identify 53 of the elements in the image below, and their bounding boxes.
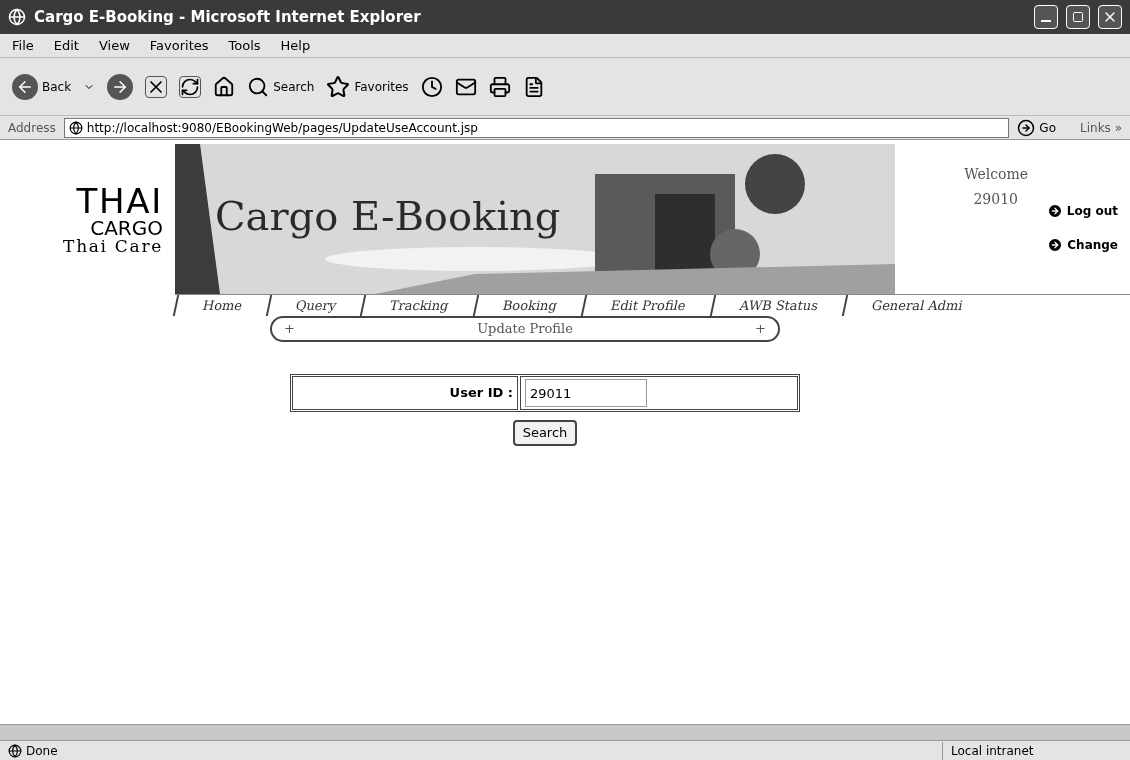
nav-tab[interactable]: AWB Status bbox=[709, 295, 846, 316]
search-button[interactable]: Search bbox=[247, 75, 315, 98]
print-icon[interactable] bbox=[488, 75, 511, 98]
nav-tab[interactable]: Tracking bbox=[360, 295, 478, 316]
user-id-field[interactable]: 29011 bbox=[525, 379, 647, 407]
status-text: Done bbox=[26, 742, 59, 760]
home-icon[interactable] bbox=[213, 75, 236, 98]
user-id-label: User ID : bbox=[449, 384, 513, 403]
nav-tab[interactable]: Home bbox=[172, 295, 271, 316]
header-link[interactable]: Log out bbox=[1046, 202, 1118, 220]
address-label: Address bbox=[8, 119, 56, 137]
plus-mark: + bbox=[284, 320, 295, 339]
minimize-icon bbox=[1041, 20, 1051, 22]
window-title: Cargo E-Booking - Microsoft Internet Explorer bbox=[34, 6, 422, 28]
section-title: Update Profile bbox=[477, 320, 573, 339]
header-link[interactable]: Change bbox=[1047, 236, 1118, 254]
links-button[interactable]: Links » bbox=[1080, 118, 1122, 137]
menu-item[interactable]: File bbox=[12, 35, 34, 56]
nav-tab[interactable]: Edit Profile bbox=[580, 295, 714, 316]
globe-icon bbox=[68, 120, 83, 135]
plus-mark: + bbox=[755, 320, 766, 339]
user-id-text: 29010 bbox=[973, 190, 1018, 209]
menu-item[interactable]: View bbox=[98, 35, 130, 56]
nav-tab[interactable]: Booking bbox=[472, 295, 586, 316]
maximize-button[interactable] bbox=[1066, 5, 1090, 29]
close-button[interactable] bbox=[1098, 5, 1122, 29]
browser-icon bbox=[8, 8, 26, 26]
menu-item[interactable]: Help bbox=[280, 35, 311, 56]
maximize-icon bbox=[1072, 11, 1084, 23]
refresh-icon[interactable] bbox=[179, 75, 202, 98]
forward-button[interactable] bbox=[107, 73, 134, 100]
stop-icon[interactable] bbox=[145, 75, 168, 98]
nav-tab[interactable]: General Admi bbox=[841, 295, 991, 316]
search-icon bbox=[247, 75, 270, 98]
minimize-button[interactable] bbox=[1034, 5, 1058, 29]
address-field[interactable]: http://localhost:9080/EBookingWeb/pages/UpdateUseAccount.jsp bbox=[63, 117, 1010, 138]
search-submit-button[interactable]: Search bbox=[512, 420, 578, 446]
star-icon bbox=[326, 74, 351, 99]
go-button[interactable]: Go bbox=[1017, 118, 1056, 137]
zone-text: Local intranet bbox=[942, 741, 1122, 760]
page-icon bbox=[8, 743, 22, 758]
menu-item[interactable]: Edit bbox=[53, 35, 79, 56]
welcome-text: Welcome bbox=[964, 165, 1028, 184]
nav-tab[interactable]: Query bbox=[265, 295, 365, 316]
horizontal-scrollbar[interactable] bbox=[0, 724, 1130, 740]
menu-item[interactable]: Favorites bbox=[149, 35, 209, 56]
banner-title: Cargo E-Booking bbox=[215, 192, 561, 241]
logo: THAI CARGO Thai Care bbox=[63, 183, 163, 255]
back-button[interactable]: Back bbox=[12, 73, 72, 100]
menu-item[interactable]: Tools bbox=[228, 35, 261, 56]
favorites-button[interactable]: Favorites bbox=[326, 74, 409, 99]
history-icon[interactable] bbox=[420, 75, 443, 98]
url-text: http://localhost:9080/EBookingWeb/pages/UpdateUseAccount.jsp bbox=[86, 119, 478, 137]
